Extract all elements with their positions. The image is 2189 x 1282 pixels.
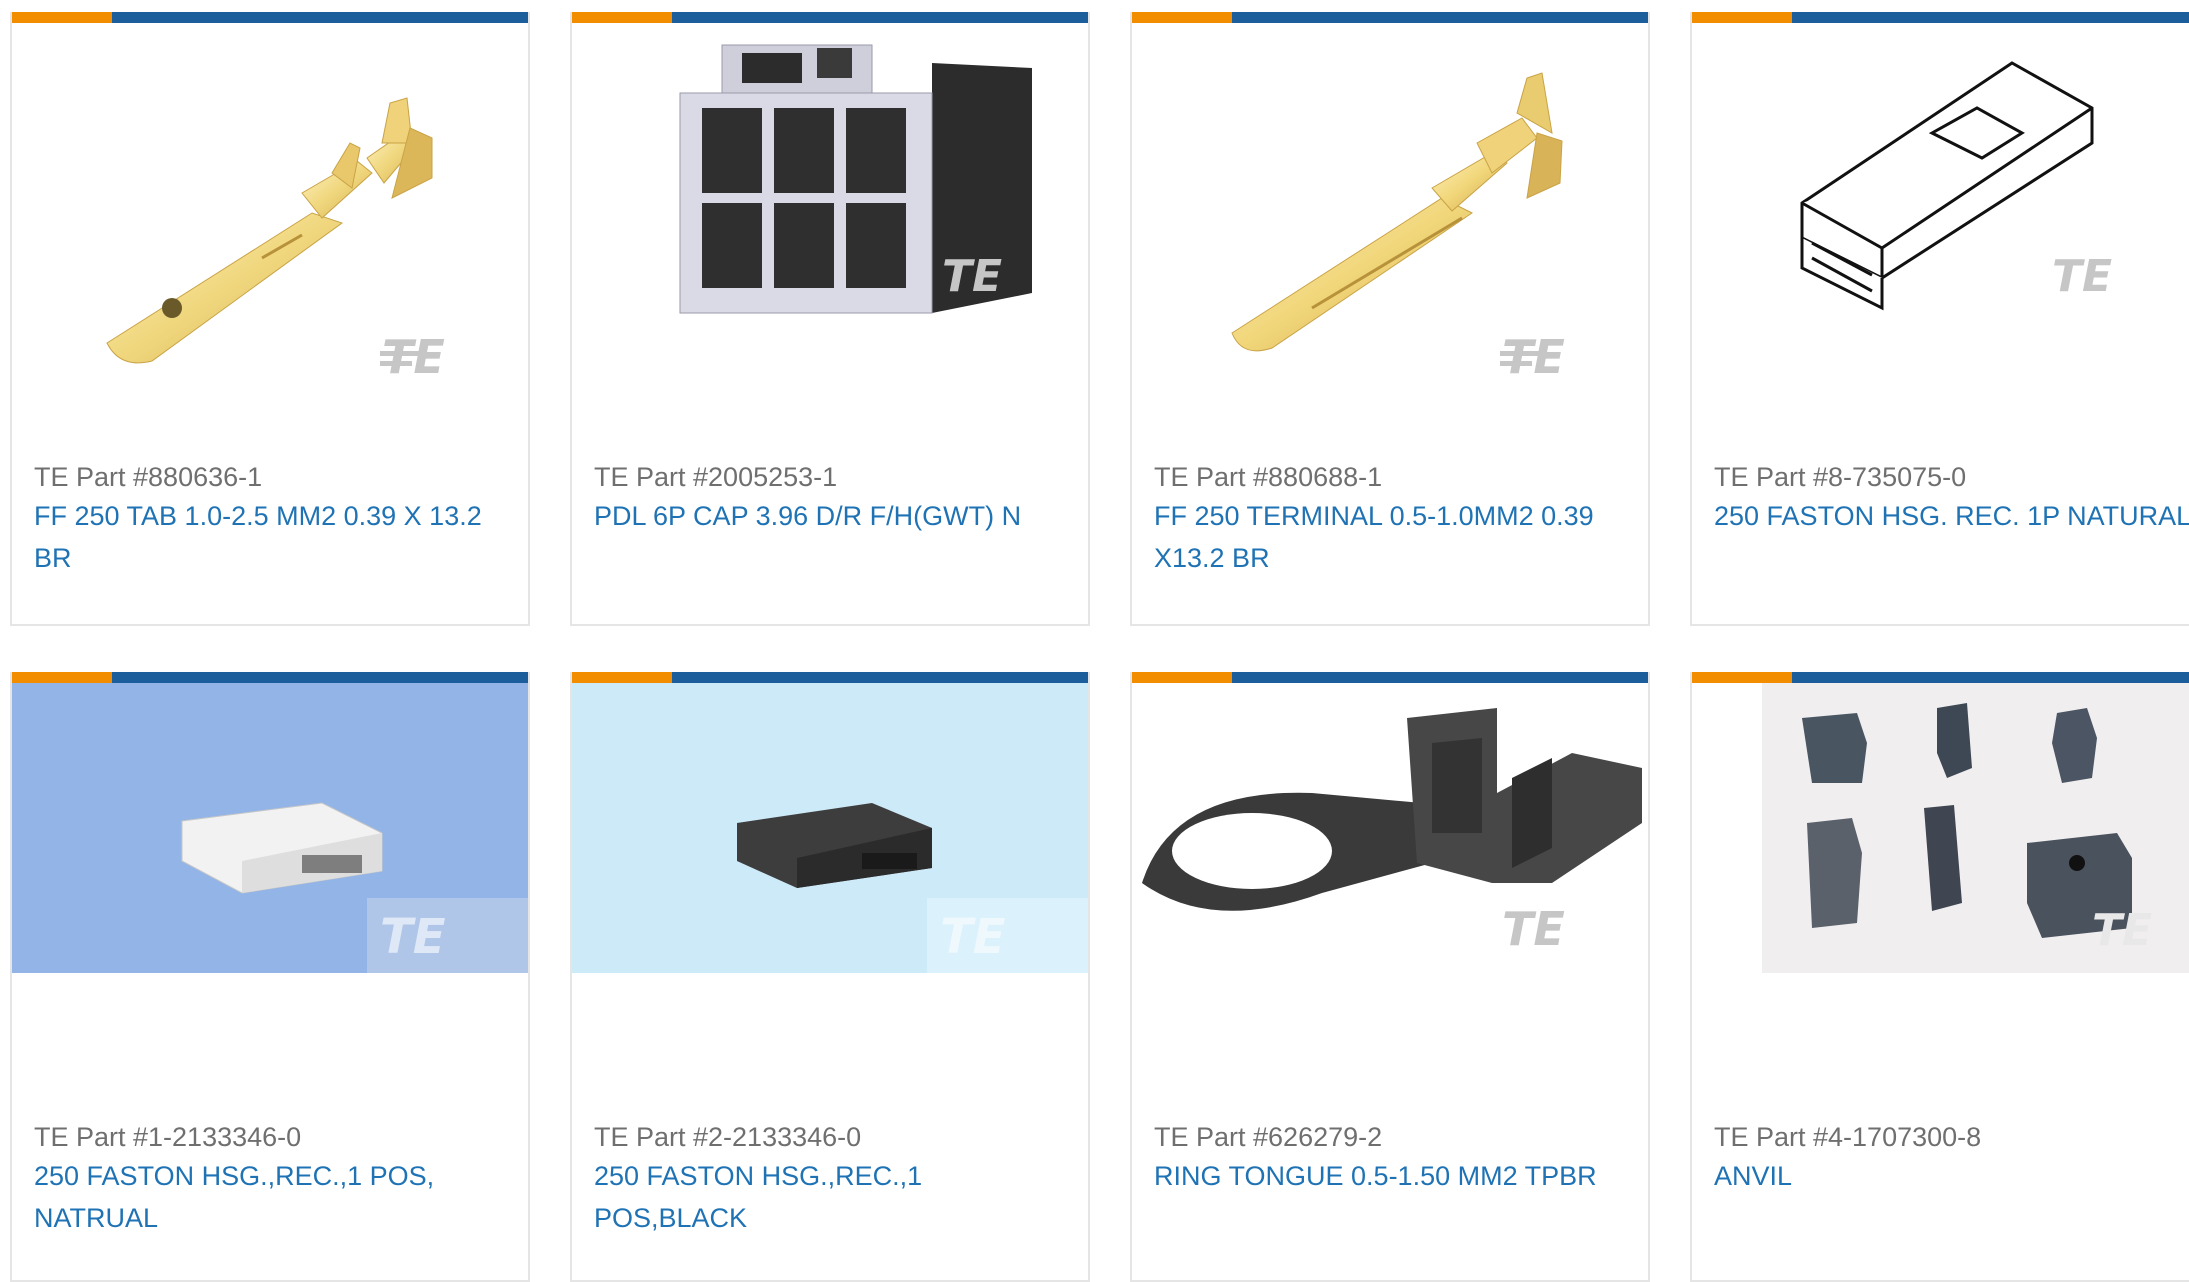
te-watermark: TE [2052, 251, 2112, 302]
gold-tab-terminal-image: TE [106, 97, 445, 384]
card-accent-bar [1132, 672, 1648, 683]
product-image[interactable]: TE [1132, 683, 1648, 1083]
product-image[interactable]: TE [12, 683, 528, 973]
product-card[interactable]: TE TE Part #626279-2 RING TONGUE 0.5-1.5… [1130, 672, 1650, 1282]
product-description-link[interactable]: 250 FASTON HSG.,REC.,1 POS, NATRUAL [34, 1155, 520, 1239]
product-card[interactable]: TE TE Part #1-2133346-0 250 FASTON HSG.,… [10, 672, 530, 1282]
card-accent-bar [572, 672, 1088, 683]
gold-terminal-image: TE [1231, 72, 1565, 384]
product-card[interactable]: TE TE Part #8-735075-0 250 FASTON HSG. R… [1690, 12, 2189, 626]
card-accent-bar [1692, 12, 2189, 23]
part-number: TE Part #2005253-1 [594, 462, 838, 492]
product-image[interactable]: TE [12, 23, 528, 423]
product-card[interactable]: TE TE Part #4-1707300-8 ANVIL [1690, 672, 2189, 1282]
product-description-link[interactable]: FF 250 TERMINAL 0.5-1.0MM2 0.39 X13.2 BR [1154, 495, 1640, 579]
te-watermark: TE [1502, 902, 1565, 956]
product-image[interactable]: TE [1692, 23, 2189, 423]
product-grid: TE TE Part #880636-1 FF 250 TAB 1.0-2.5 … [0, 0, 2189, 1282]
part-number: TE Part #880636-1 [34, 462, 263, 492]
product-description-link[interactable]: 250 FASTON HSG. REC. 1P NATURAL [1714, 495, 2189, 537]
line-drawing-housing-image: TE [1800, 61, 2112, 311]
product-image[interactable]: TE [572, 683, 1088, 973]
product-card[interactable]: TE TE Part #2005253-1 PDL 6P CAP 3.96 D/… [570, 12, 1090, 626]
product-description-link[interactable]: PDL 6P CAP 3.96 D/R F/H(GWT) N [594, 495, 1080, 537]
ring-tongue-terminal-image: TE [1142, 708, 1642, 956]
product-description-link[interactable]: RING TONGUE 0.5-1.50 MM2 TPBR [1154, 1155, 1640, 1197]
anvil-photo-image: TE [1762, 683, 2189, 973]
product-description-link[interactable]: ANVIL [1714, 1155, 2181, 1197]
te-watermark: TE [2092, 905, 2152, 956]
te-watermark: TE [940, 909, 1006, 965]
part-number: TE Part #2-2133346-0 [594, 1122, 862, 1152]
product-card[interactable]: TE TE Part #880688-1 FF 250 TERMINAL 0.5… [1130, 12, 1650, 626]
black-housing-on-light-blue-image: TE [572, 683, 1088, 973]
product-card[interactable]: TE TE Part #880636-1 FF 250 TAB 1.0-2.5 … [10, 12, 530, 626]
te-watermark: TE [1502, 330, 1565, 384]
part-number: TE Part #1-2133346-0 [34, 1122, 302, 1152]
te-watermark: TE [942, 251, 1002, 302]
product-image[interactable]: TE [572, 23, 1088, 423]
part-number: TE Part #4-1707300-8 [1714, 1122, 1982, 1152]
card-accent-bar [1132, 12, 1648, 23]
card-accent-bar [12, 672, 528, 683]
product-image[interactable]: TE [1132, 23, 1648, 423]
product-image[interactable]: TE [1692, 683, 2189, 973]
product-description-link[interactable]: FF 250 TAB 1.0-2.5 MM2 0.39 X 13.2 BR [34, 495, 520, 579]
te-watermark: TE [382, 330, 445, 384]
card-accent-bar [12, 12, 528, 23]
6-position-connector-housing-image: TE [679, 44, 1032, 314]
card-accent-bar [572, 12, 1088, 23]
white-housing-on-blue-image: TE [12, 683, 528, 973]
te-watermark: TE [380, 909, 446, 965]
product-description-link[interactable]: 250 FASTON HSG.,REC.,1 POS,BLACK [594, 1155, 1080, 1239]
part-number: TE Part #880688-1 [1154, 462, 1383, 492]
part-number: TE Part #8-735075-0 [1714, 462, 1967, 492]
product-card[interactable]: TE TE Part #2-2133346-0 250 FASTON HSG.,… [570, 672, 1090, 1282]
part-number: TE Part #626279-2 [1154, 1122, 1383, 1152]
card-accent-bar [1692, 672, 2189, 683]
